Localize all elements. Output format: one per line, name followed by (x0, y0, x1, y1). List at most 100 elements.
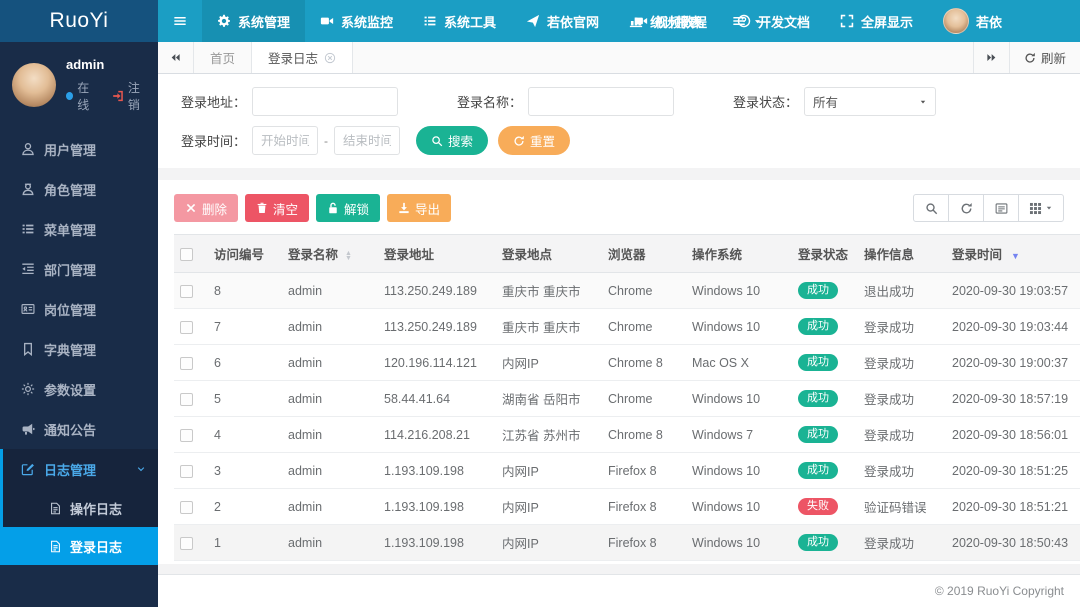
topnav-item-video-tutorial[interactable]: 视频教程 (619, 0, 722, 42)
topnav-item-sidebar-toggle[interactable] (158, 0, 202, 42)
hamburger-icon (173, 14, 187, 28)
refresh-icon (960, 202, 973, 215)
unlock-button[interactable]: 解锁 (316, 194, 381, 222)
cell-time: 2020-09-30 18:56:01 (946, 416, 1080, 453)
columns-icon (1029, 202, 1042, 215)
row-checkbox[interactable] (180, 356, 193, 370)
sidebar-item-label: 角色管理 (44, 182, 97, 198)
logout-link[interactable]: 注销 (112, 79, 148, 113)
sidebar-item-logs[interactable]: 日志管理 (3, 449, 158, 489)
toggle-search-button[interactable] (913, 194, 949, 222)
select-all-checkbox[interactable] (180, 247, 193, 261)
topnav-item-fullscreen[interactable]: 全屏显示 (825, 0, 928, 42)
topnav-item-label: 全屏显示 (861, 14, 914, 30)
avatar (943, 8, 970, 34)
column-header-checkbox[interactable] (174, 234, 208, 273)
sidebar-item-label: 通知公告 (44, 422, 97, 438)
tab-home[interactable]: 首页 (194, 42, 251, 73)
column-header-label: 浏览器 (608, 248, 646, 262)
table-toolbar: 删除 清空 解锁 导出 (174, 194, 1064, 222)
sidebar-item-operlog[interactable]: 操作日志 (3, 489, 158, 527)
login-time-end-input[interactable] (334, 126, 400, 155)
tabs-scroll-left-button[interactable] (158, 42, 194, 73)
sidebar-item-posts[interactable]: 岗位管理 (3, 289, 158, 329)
unlock-button-label: 解锁 (344, 202, 370, 217)
login-time-start-input[interactable] (252, 126, 318, 155)
reset-button[interactable]: 重置 (498, 126, 571, 155)
table-row: 6 admin 120.196.114.121 内网IP Chrome 8 Mac OS … (174, 344, 1080, 381)
refresh-icon (1024, 52, 1036, 64)
row-checkbox[interactable] (180, 320, 193, 334)
clear-button[interactable]: 清空 (245, 194, 310, 222)
tab-close-icon[interactable] (324, 52, 336, 64)
row-checkbox[interactable] (180, 284, 193, 298)
columns-dropdown-button[interactable] (1018, 194, 1064, 222)
login-name-input[interactable] (528, 87, 674, 116)
cell-browser: Firefox 8 (602, 452, 686, 489)
topnav-item-ruoyi-site[interactable]: 若依官网 (511, 0, 614, 42)
column-header-message: 操作信息 (858, 234, 946, 273)
sidebar-item-notice[interactable]: 通知公告 (3, 409, 158, 449)
top-navbar: RuoYi 系统管理 系统监控 系统工具 若依官网 统计报表 视频教程 开发文档 全屏显示若… (0, 0, 1080, 42)
cell-message: 登录成功 (858, 452, 946, 489)
sidebar-item-roles[interactable]: 角色管理 (3, 169, 158, 209)
question-icon (737, 14, 751, 28)
refresh-table-button[interactable] (948, 194, 984, 222)
table-row: 8 admin 113.250.249.189 重庆市 重庆市 Chrome Window… (174, 272, 1080, 309)
login-address-input[interactable] (252, 87, 398, 116)
topnav-item-dev-docs[interactable]: 开发文档 (722, 0, 825, 42)
brand-logo[interactable]: RuoYi (0, 0, 158, 42)
cell-address: 1.193.109.198 (378, 452, 496, 489)
sidebar-item-users[interactable]: 用户管理 (3, 129, 158, 169)
column-header-label: 登录状态 (798, 248, 849, 262)
x-icon (185, 202, 197, 214)
row-checkbox[interactable] (180, 500, 193, 514)
gear-icon (217, 14, 231, 28)
export-button[interactable]: 导出 (387, 194, 452, 222)
search-button[interactable]: 搜索 (416, 126, 489, 155)
login-address-label: 登录地址： (180, 95, 246, 110)
row-checkbox[interactable] (180, 464, 193, 478)
table-header-row: 访问编号 登录名称 ▲ ▼ 登录地址 登录地点 浏览器 操作系统 登录状态 操作信息 登录时间 ▼ (174, 234, 1080, 273)
toggle-view-button[interactable] (983, 194, 1019, 222)
sidebar-item-dict[interactable]: 字典管理 (3, 329, 158, 369)
sidebar-item-loginlog[interactable]: 登录日志 (0, 527, 158, 565)
status-badge: 成功 (798, 282, 838, 299)
topnav-item-system-monitor[interactable]: 系统监控 (305, 0, 408, 42)
cell-browser: Chrome (602, 308, 686, 345)
status-badge: 成功 (798, 534, 838, 551)
column-header-name[interactable]: 登录名称 ▲ ▼ (282, 234, 378, 273)
topnav-item-profile[interactable]: 若依 (928, 0, 1017, 42)
sidebar-group-users: 用户管理 (0, 129, 158, 169)
sidebar-item-label: 用户管理 (44, 142, 97, 158)
topnav-item-system-tools[interactable]: 系统工具 (408, 0, 511, 42)
tabs-scroll-right-button[interactable] (972, 42, 1009, 73)
column-header-label: 登录地点 (502, 248, 553, 262)
cell-message: 登录成功 (858, 380, 946, 417)
file-icon (49, 502, 62, 515)
sidebar-item-menus[interactable]: 菜单管理 (3, 209, 158, 249)
cell-message: 登录成功 (858, 344, 946, 381)
cell-message: 登录成功 (858, 308, 946, 345)
cell-address: 114.216.208.21 (378, 416, 496, 453)
cell-time: 2020-09-30 18:51:25 (946, 452, 1080, 489)
cell-status: 成功 (792, 344, 858, 381)
sidebar-item-params[interactable]: 参数设置 (3, 369, 158, 409)
tab-refresh-button[interactable]: 刷新 (1008, 42, 1080, 73)
column-header-time[interactable]: 登录时间 ▼ (946, 234, 1080, 273)
sidebar-item-depts[interactable]: 部门管理 (3, 249, 158, 289)
row-checkbox[interactable] (180, 392, 193, 406)
cell-name: admin (282, 380, 378, 417)
login-status-select[interactable]: 所有 (804, 87, 936, 116)
detail-icon (995, 202, 1008, 215)
cell-id: 1 (208, 524, 282, 561)
delete-button[interactable]: 删除 (174, 194, 239, 222)
topnav-item-system-manage[interactable]: 系统管理 (202, 0, 306, 42)
cell-message: 验证码错误 (858, 488, 946, 525)
online-dot-icon (66, 92, 74, 100)
logout-label: 注销 (127, 81, 140, 112)
user-avatar[interactable] (12, 63, 56, 107)
row-checkbox[interactable] (180, 536, 193, 550)
row-checkbox[interactable] (180, 428, 193, 442)
tab-loginlog[interactable]: 登录日志 (251, 42, 354, 73)
